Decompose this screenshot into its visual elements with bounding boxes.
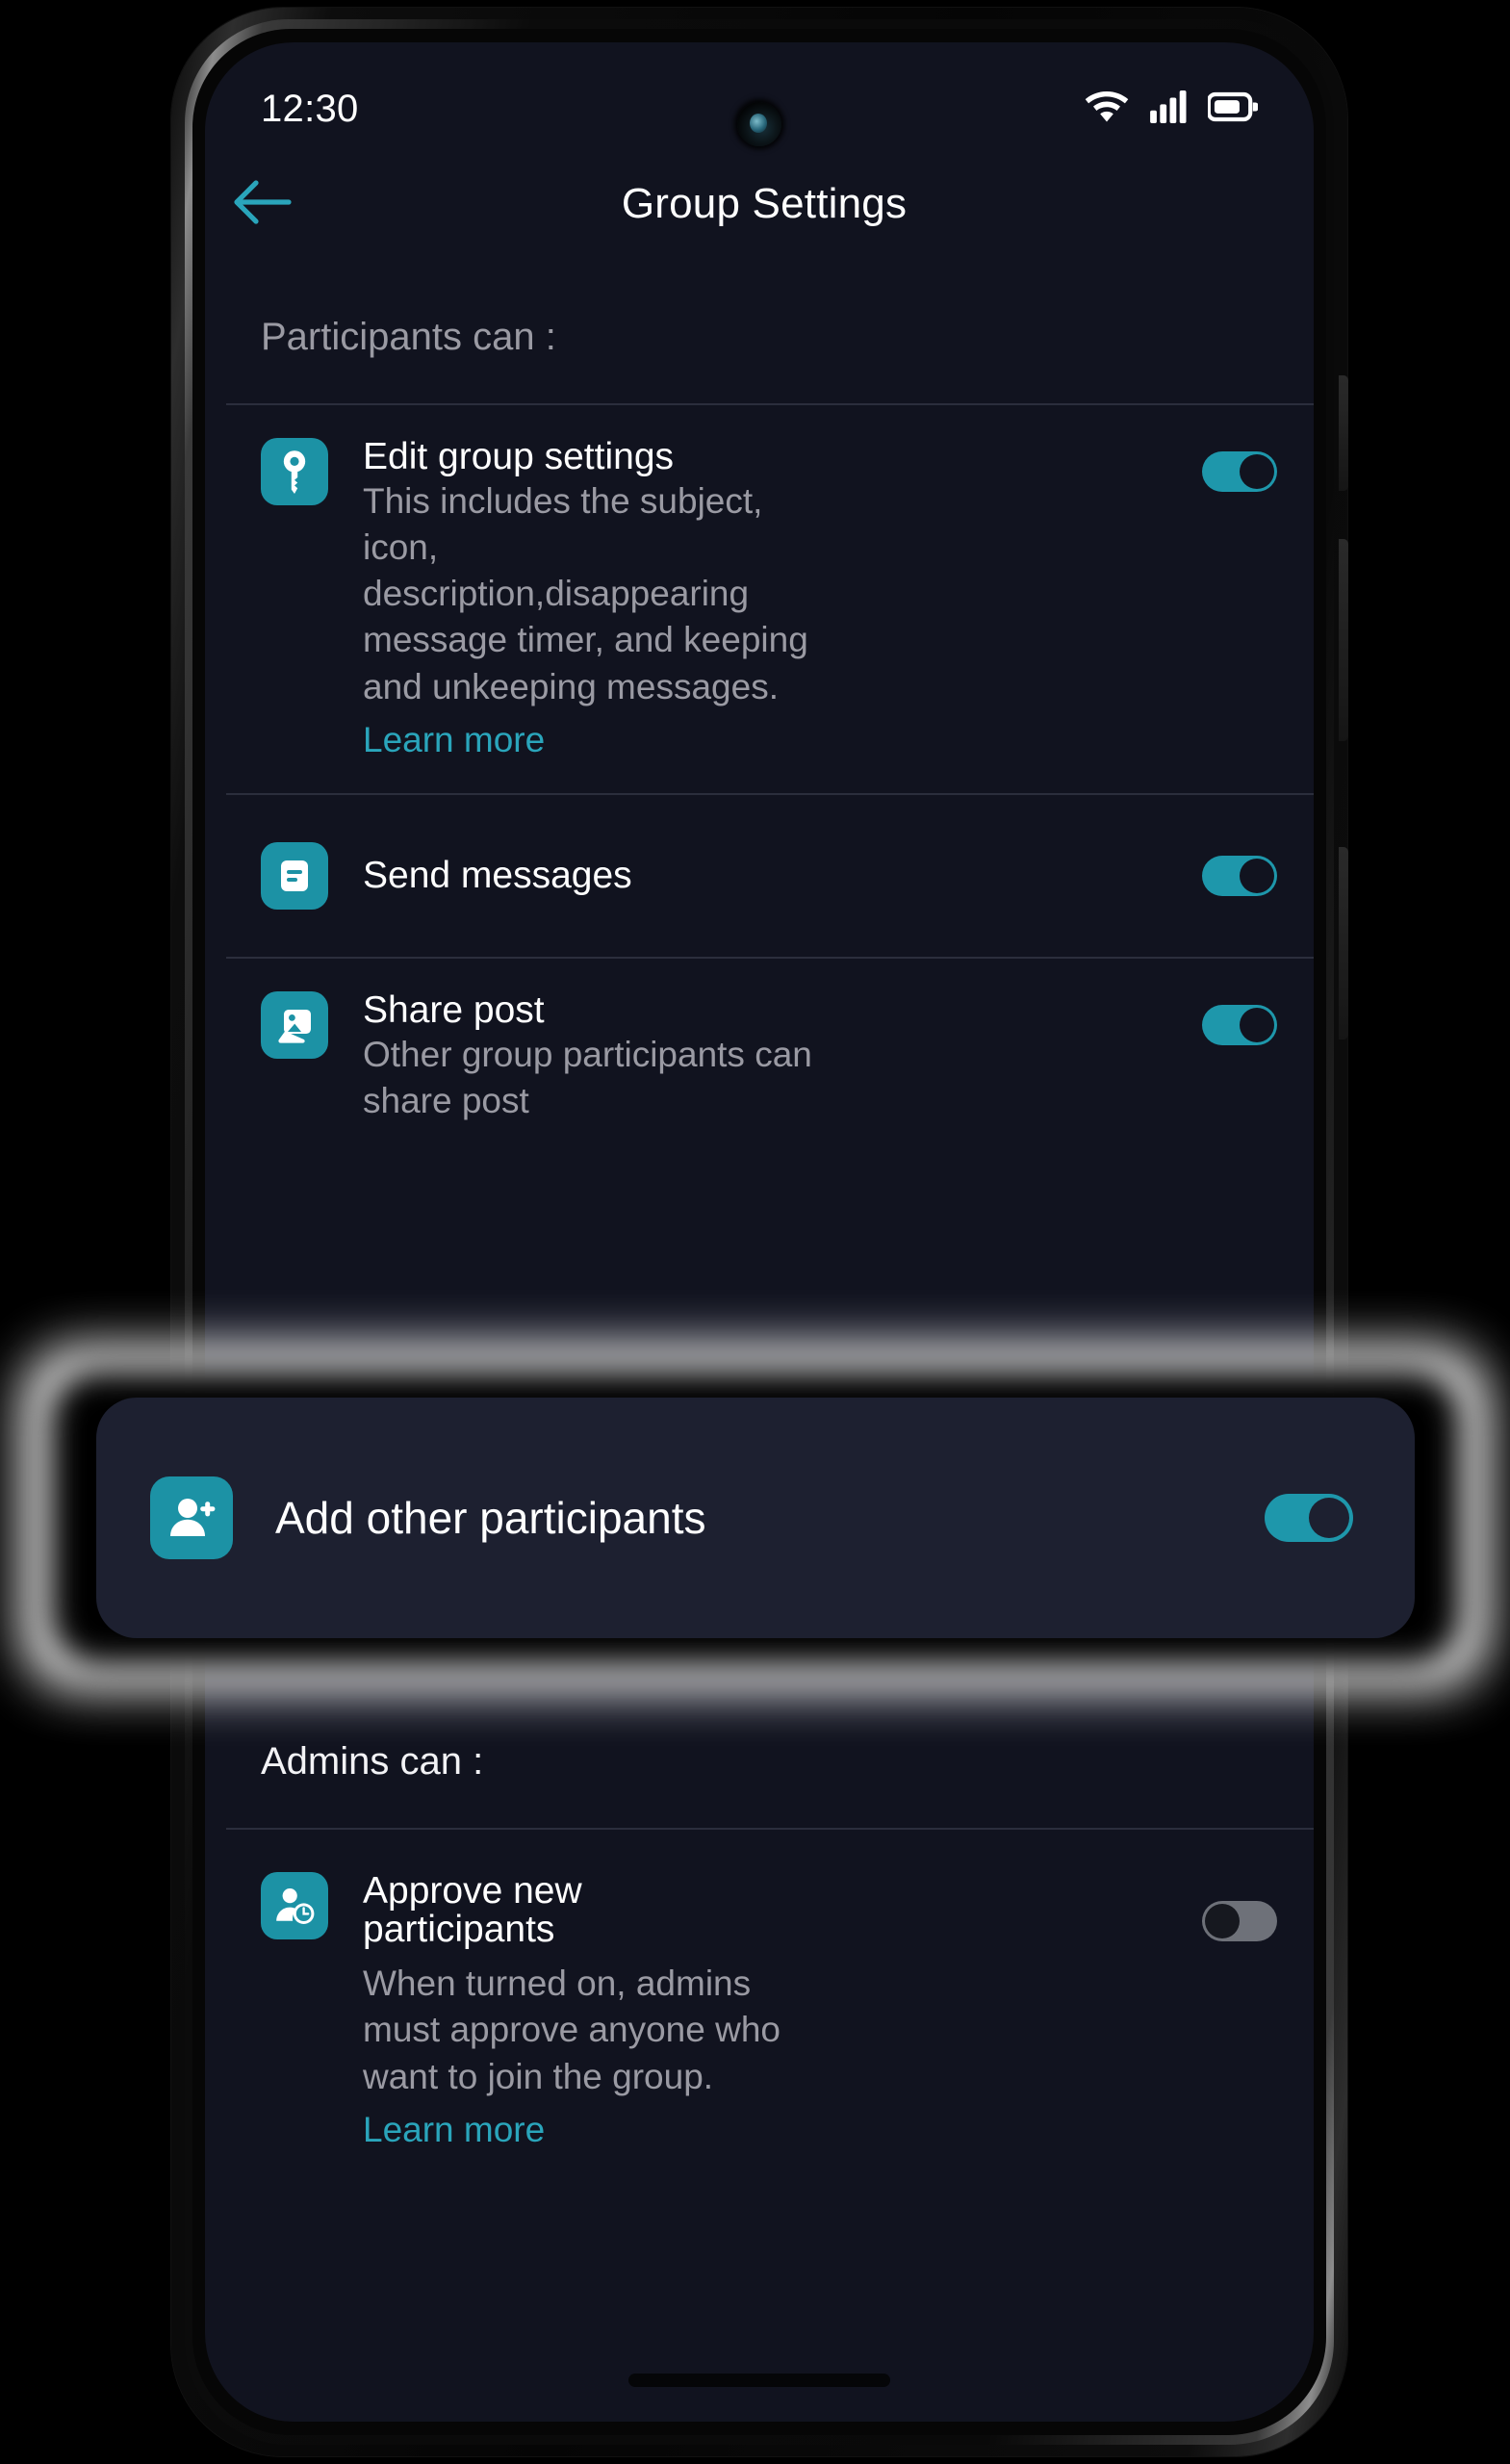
phone-volume-button[interactable] [1339,539,1348,741]
section-participants: Participants can : Edit group settings T… [205,258,1314,1157]
toggle-knob [1309,1498,1349,1538]
setting-title: Share post [363,988,545,1031]
arrow-left-icon [233,178,293,231]
highlight-label: Add other participants [275,1493,706,1543]
image-icon [261,990,328,1059]
status-icon-group [1085,90,1259,128]
page-title: Group Settings [621,180,908,227]
setting-title: Edit group settings [363,436,675,477]
setting-row-share-post[interactable]: Share post Other group participants can … [205,959,1314,1157]
highlight-card-add-other-participants[interactable]: Add other participants [96,1398,1415,1638]
setting-row-content: Approve new participants When turned on,… [328,1870,1202,2150]
home-indicator[interactable] [628,2374,890,2387]
toggle-knob [1240,454,1274,489]
section-admins: Admins can : Approve new participants Wh… [205,1707,1314,2183]
setting-row-edit-group-settings[interactable]: Edit group settings This includes the su… [205,405,1314,793]
setting-title: Send messages [363,854,632,896]
toggle-send-messages[interactable] [1202,855,1277,896]
toggle-edit-group-settings[interactable] [1202,451,1277,492]
status-clock: 12:30 [261,88,359,130]
screenshot-stage: 12:30 Group Settings Participants can: … [0,0,1510,2464]
cellular-signal-icon [1150,90,1187,128]
setting-row-content: Send messages [328,854,1202,896]
setting-row-content: Share post Other group participants can … [328,988,1202,1124]
setting-description: When turned on, admins must approve anyo… [363,1964,781,2096]
setting-row-content: Edit group settings This includes the su… [328,436,1202,760]
battery-icon [1206,91,1259,127]
phone-side-button-top[interactable] [1339,375,1348,491]
person-clock-icon [261,1872,328,1939]
setting-description: This includes the subject, icon, descrip… [363,481,808,706]
setting-description: Other group participants can share post [363,1034,812,1120]
learn-more-link[interactable]: Learn more [363,2110,545,2150]
toggle-knob [1240,1007,1274,1042]
phone-power-button[interactable] [1339,847,1348,1040]
setting-row-send-messages[interactable]: Send messages [205,795,1314,957]
key-icon [261,438,328,505]
toggle-add-other-participants[interactable] [1265,1494,1353,1542]
toggle-approve-new-participants[interactable] [1202,1901,1277,1941]
setting-row-approve-new-participants[interactable]: Approve new participants When turned on,… [205,1830,1314,2183]
app-bar: Group Settings [205,150,1314,258]
front-camera-punch-hole [737,102,781,146]
phone-screen: 12:30 Group Settings Participants can: … [205,42,1314,2422]
section-header-admins: Admins can : [261,1740,484,1783]
toggle-knob [1205,1904,1240,1938]
toggle-share-post[interactable] [1202,1004,1277,1045]
setting-title: Approve new participants [363,1870,582,1951]
toggle-knob [1240,858,1274,893]
back-button[interactable] [205,178,320,231]
person-add-icon [150,1476,233,1559]
section-header-participants: Participants can : [261,316,556,358]
message-icon [261,841,328,910]
learn-more-link[interactable]: Learn more [363,720,545,760]
wifi-icon [1085,90,1129,128]
